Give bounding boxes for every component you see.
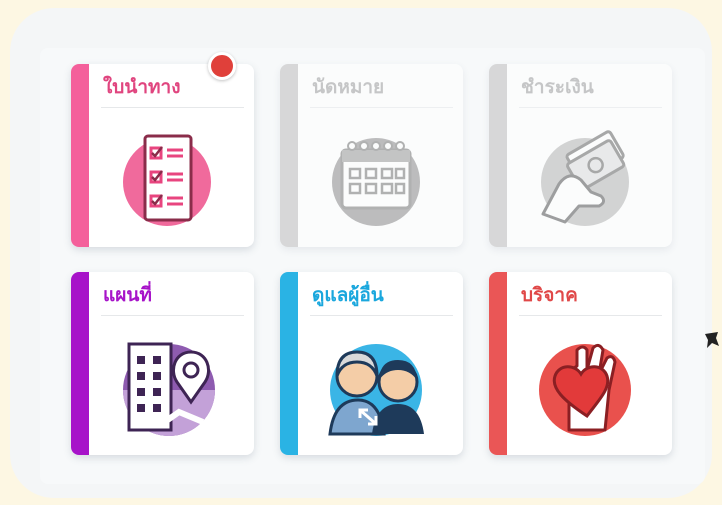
- tile-appointment[interactable]: นัดหมาย: [280, 64, 463, 247]
- divider: [519, 315, 662, 316]
- notification-dot: [208, 52, 236, 80]
- calendar-icon: [332, 138, 420, 226]
- tile-label: ดูแลผู้อื่น: [312, 284, 384, 306]
- tile-donate[interactable]: บริจาค: [489, 272, 672, 455]
- tile-guide[interactable]: ใบนำทาง: [71, 64, 254, 247]
- tile-label: บริจาค: [521, 284, 578, 306]
- divider: [101, 315, 244, 316]
- donate-heart-icon: [539, 343, 631, 436]
- tile-label: แผนที่: [103, 284, 152, 306]
- tile-label: ชำระเงิน: [521, 76, 594, 98]
- tile-caregivers[interactable]: ดูแลผู้อื่น: [280, 272, 463, 455]
- payment-icon: [541, 130, 629, 226]
- divider: [519, 107, 662, 108]
- cursor-mark: [705, 332, 719, 348]
- tile-stripe: [280, 272, 298, 455]
- tile-stripe: [489, 64, 507, 247]
- tile-payment[interactable]: ชำระเงิน: [489, 64, 672, 247]
- divider: [310, 107, 453, 108]
- tile-label: นัดหมาย: [312, 76, 385, 98]
- checklist-icon: [123, 134, 211, 226]
- tile-map[interactable]: แผนที่: [71, 272, 254, 455]
- tile-stripe: [489, 272, 507, 455]
- map-building-icon: [123, 342, 215, 436]
- tile-stripe: [280, 64, 298, 247]
- divider: [101, 107, 244, 108]
- tile-label: ใบนำทาง: [103, 76, 181, 98]
- tile-stripe: [71, 64, 89, 247]
- caregivers-icon: [328, 344, 424, 436]
- tile-stripe: [71, 272, 89, 455]
- divider: [310, 315, 453, 316]
